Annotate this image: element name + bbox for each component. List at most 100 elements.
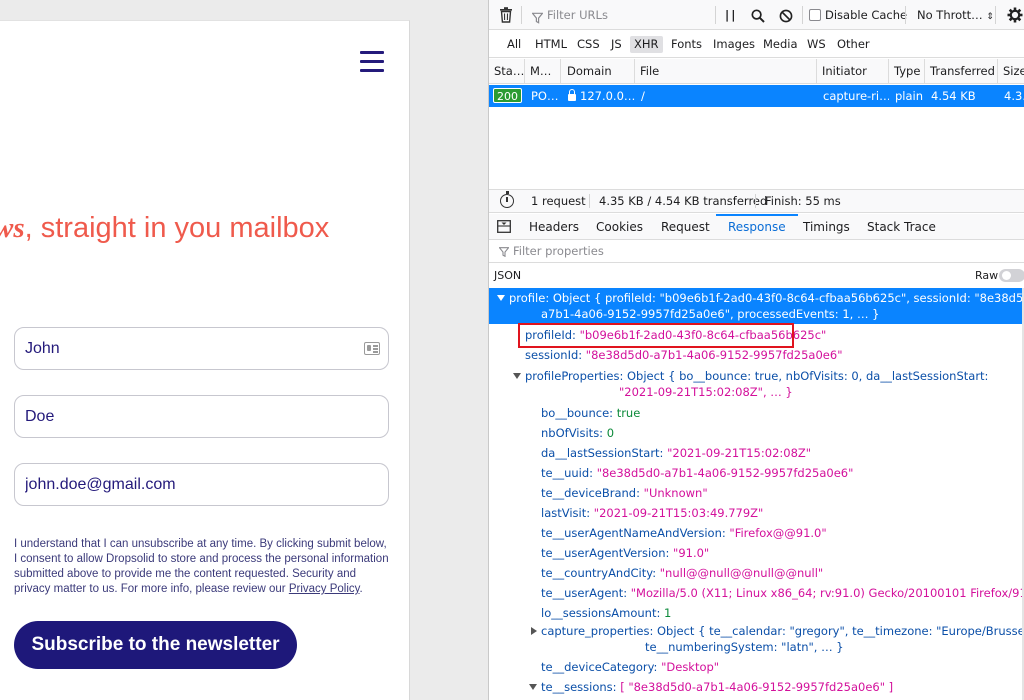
tree-row-property[interactable]: da__lastSessionStart: "2021-09-21T15:02:… [541, 446, 811, 460]
block-icon[interactable] [779, 8, 793, 24]
search-icon[interactable] [751, 8, 765, 24]
column-type[interactable]: Type [889, 59, 925, 84]
tree-row-property[interactable]: te__deviceBrand: "Unknown" [541, 486, 708, 500]
request-type: plain [895, 89, 924, 103]
tree-row-devicecategory[interactable]: te__deviceCategory: "Desktop" [541, 660, 719, 674]
transfer-size: 4.35 KB / 4.54 KB transferred [599, 194, 768, 208]
tab-cookies[interactable]: Cookies [596, 214, 643, 240]
tree-row-profile[interactable]: profile: Object { profileId: "b09e6b1f-2… [489, 288, 1024, 324]
type-filter-fonts[interactable]: Fonts [667, 36, 706, 53]
request-initiator: capture-ri… [823, 89, 889, 103]
tab-headers[interactable]: Headers [529, 214, 579, 240]
tab-timings[interactable]: Timings [803, 214, 850, 240]
request-status: 200 [489, 85, 525, 107]
tree-row-property[interactable]: nbOfVisits: 0 [541, 426, 614, 440]
tree-row-property[interactable]: lo__sessionsAmount: 1 [541, 606, 671, 620]
last-name-field[interactable] [14, 395, 389, 438]
request-size: 4.3… [1004, 89, 1024, 103]
type-filter-media[interactable]: Media [759, 36, 802, 53]
newsletter-page: ws, straight in you mailbox I understand… [0, 20, 410, 700]
request-count: 1 request [531, 194, 586, 208]
tab-response[interactable]: Response [716, 214, 798, 240]
lock-icon [568, 89, 576, 101]
tree-row-property[interactable]: te__countryAndCity: "null@@null@@null@@n… [541, 566, 823, 580]
type-filter-xhr[interactable]: XHR [630, 36, 663, 53]
column-method[interactable]: M… [525, 59, 561, 84]
json-header: JSON Raw [489, 264, 1024, 288]
request-type-filters: All HTML CSS JS XHR Fonts Images Media W… [489, 30, 1024, 58]
devtools-network-panel: Filter URLs | | Disable Cache No Thrott…… [488, 0, 1024, 700]
raw-label: Raw [975, 269, 999, 282]
last-name-input[interactable] [25, 404, 355, 430]
headline-text: , straight in you mailbox [24, 212, 330, 244]
finish-time: Finish: 55 ms [765, 194, 841, 208]
privacy-policy-link[interactable]: Privacy Policy [289, 583, 360, 595]
type-filter-images[interactable]: Images [709, 36, 759, 53]
hamburger-menu-icon[interactable] [360, 51, 384, 72]
panel-toggle-icon[interactable] [497, 220, 511, 233]
first-name-input[interactable] [25, 336, 355, 362]
filter-icon [499, 247, 509, 257]
tree-row-capture-properties[interactable]: capture_properties: Object { te__calenda… [541, 624, 1024, 638]
stopwatch-icon[interactable] [500, 191, 514, 208]
status-badge: 200 [493, 88, 522, 103]
consent-text: I understand that I can unsubscribe at a… [14, 538, 389, 595]
headline-bold-fragment: ws [0, 212, 25, 244]
tree-row-sessions[interactable]: te__sessions: [ "8e38d5d0-a7b1-4a06-9152… [541, 680, 893, 694]
column-size[interactable]: Size [998, 59, 1024, 84]
filter-icon [532, 12, 543, 24]
updown-arrow-icon: ⇕ [986, 12, 994, 22]
type-filter-other[interactable]: Other [833, 36, 874, 53]
request-file: / [641, 89, 645, 103]
tree-row-profileproperties[interactable]: profileProperties: Object { bo__bounce: … [525, 369, 988, 383]
column-file[interactable]: File [635, 59, 817, 84]
filter-urls-input[interactable]: Filter URLs [547, 7, 608, 23]
json-label: JSON [494, 269, 522, 282]
email-input[interactable] [25, 472, 355, 498]
disable-cache-checkbox[interactable]: Disable Cache [809, 7, 907, 23]
tree-row-property[interactable]: te__userAgent: "Mozilla/5.0 (X11; Linux … [541, 586, 1024, 600]
collapse-arrow-icon[interactable] [531, 627, 537, 635]
subscribe-button[interactable]: Subscribe to the newsletter [14, 621, 297, 669]
contact-card-icon[interactable] [364, 342, 380, 355]
type-filter-js[interactable]: JS [607, 36, 626, 53]
raw-toggle[interactable] [999, 269, 1024, 282]
email-field[interactable] [14, 463, 389, 506]
column-status[interactable]: Sta… [489, 59, 525, 84]
page-headline: ws, straight in you mailbox [0, 212, 409, 245]
request-transferred: 4.54 KB [931, 89, 976, 103]
first-name-field[interactable] [14, 327, 389, 370]
filter-properties-input[interactable]: Filter properties [513, 244, 604, 258]
tab-stack-trace[interactable]: Stack Trace [867, 214, 936, 240]
tree-row-property[interactable]: te__uuid: "8e38d5d0-a7b1-4a06-9152-9957f… [541, 466, 853, 480]
throttling-select[interactable]: No Thrott… ⇕ [917, 7, 994, 23]
expand-arrow-icon[interactable] [513, 373, 521, 379]
table-row[interactable]: 200 PO… 127.0.0… / capture-ri… plain 4.5… [489, 85, 1024, 107]
type-filter-html[interactable]: HTML [531, 36, 571, 53]
network-summary-bar: 1 request 4.35 KB / 4.54 KB transferred … [489, 189, 1024, 213]
expand-arrow-icon[interactable] [529, 684, 537, 690]
detail-tabs: Headers Cookies Request Response Timings… [489, 214, 1024, 240]
column-domain[interactable]: Domain [562, 59, 635, 84]
type-filter-css[interactable]: CSS [573, 36, 604, 53]
gear-icon[interactable] [1007, 7, 1023, 23]
request-domain: 127.0.0… [562, 85, 635, 107]
network-toolbar: Filter URLs | | Disable Cache No Thrott…… [489, 0, 1024, 30]
tree-row-sessionid[interactable]: sessionId: "8e38d5d0-a7b1-4a06-9152-9957… [525, 348, 842, 362]
request-table-header: Sta… M… Domain File Initiator Type Trans… [489, 59, 1024, 84]
type-filter-all[interactable]: All [503, 36, 525, 53]
trash-icon[interactable] [499, 7, 513, 23]
request-method: PO… [531, 89, 559, 103]
column-transferred[interactable]: Transferred [925, 59, 998, 84]
tree-row-property[interactable]: lastVisit: "2021-09-21T15:03:49.779Z" [541, 506, 763, 520]
tree-row-property[interactable]: te__userAgentNameAndVersion: "Firefox@@9… [541, 526, 827, 540]
type-filter-ws[interactable]: WS [803, 36, 830, 53]
highlight-box [518, 323, 794, 348]
tree-row-property[interactable]: bo__bounce: true [541, 406, 640, 420]
tree-row-property[interactable]: te__userAgentVersion: "91.0" [541, 546, 709, 560]
column-initiator[interactable]: Initiator [817, 59, 889, 84]
filter-properties: Filter properties [489, 241, 1024, 263]
expand-arrow-icon[interactable] [497, 295, 505, 301]
tab-request[interactable]: Request [661, 214, 710, 240]
pause-icon[interactable]: | | [725, 7, 735, 23]
